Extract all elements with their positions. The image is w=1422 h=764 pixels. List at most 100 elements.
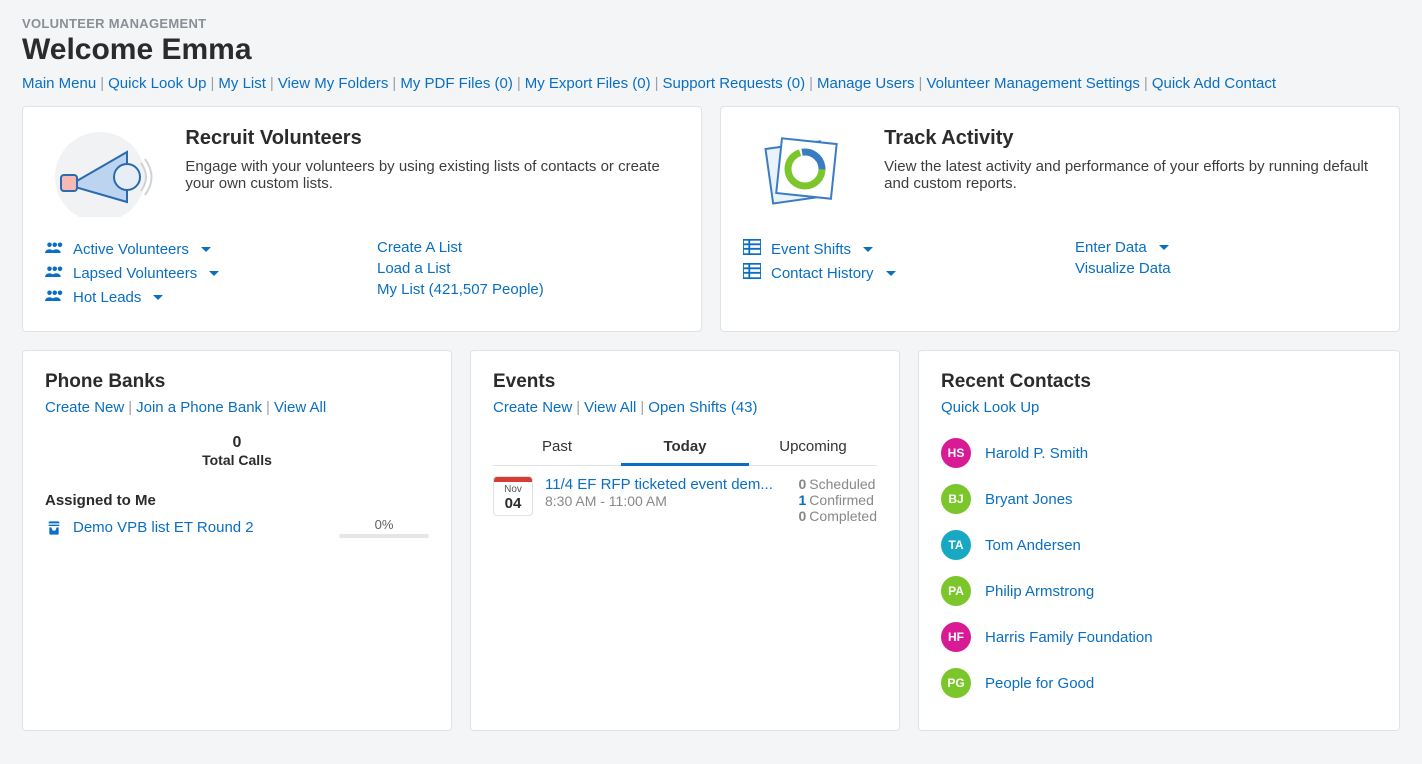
top-nav-link[interactable]: Manage Users [817, 75, 915, 92]
contact-name[interactable]: Bryant Jones [985, 491, 1073, 508]
phone-banks-links: Create New|Join a Phone Bank|View All [45, 399, 429, 416]
events-link[interactable]: Open Shifts (43) [648, 399, 757, 416]
people-icon [45, 287, 63, 307]
recent-contacts-card: Recent Contacts Quick Look Up HSHarold P… [918, 350, 1400, 731]
avatar: PA [941, 576, 971, 606]
recruit-dropdown-link[interactable]: Active Volunteers [45, 239, 211, 259]
confirmed-label: Confirmed [809, 492, 874, 508]
contact-row[interactable]: HSHarold P. Smith [941, 430, 1373, 476]
top-nav-link[interactable]: My PDF Files (0) [400, 75, 513, 92]
assigned-to-me-heading: Assigned to Me [45, 492, 429, 509]
link-label: Lapsed Volunteers [73, 265, 197, 282]
recruit-link[interactable]: Create A List [377, 239, 462, 256]
track-link[interactable]: Enter Data [1075, 239, 1169, 256]
top-nav-link[interactable]: Volunteer Management Settings [926, 75, 1139, 92]
scheduled-count: 0 [799, 476, 807, 492]
completed-label: Completed [809, 508, 877, 524]
total-calls-label: Total Calls [45, 452, 429, 468]
table-icon [743, 263, 761, 283]
separator: | [270, 75, 274, 92]
avatar: PG [941, 668, 971, 698]
total-calls-count: 0 [45, 434, 429, 452]
separator: | [266, 399, 270, 416]
caret-down-icon [201, 247, 211, 252]
separator: | [100, 75, 104, 92]
events-link[interactable]: Create New [493, 399, 572, 416]
event-time: 8:30 AM - 11:00 AM [545, 493, 787, 509]
recruit-dropdown-link[interactable]: Hot Leads [45, 287, 163, 307]
top-nav-link[interactable]: My List [218, 75, 266, 92]
recruit-heading: Recruit Volunteers [185, 127, 679, 150]
separator: | [128, 399, 132, 416]
separator: | [919, 75, 923, 92]
link-label: Enter Data [1075, 239, 1147, 256]
contact-name[interactable]: Tom Andersen [985, 537, 1081, 554]
separator: | [576, 399, 580, 416]
events-tab[interactable]: Upcoming [749, 430, 877, 465]
recruit-dropdown-link[interactable]: Lapsed Volunteers [45, 263, 219, 283]
contact-row[interactable]: HFHarris Family Foundation [941, 614, 1373, 660]
page-subheading: VOLUNTEER MANAGEMENT [22, 16, 1400, 31]
caret-down-icon [886, 271, 896, 276]
page-title: Welcome Emma [22, 33, 1400, 67]
phone-banks-link[interactable]: View All [274, 399, 326, 416]
assigned-progress-bar [339, 534, 429, 538]
caret-down-icon [209, 271, 219, 276]
people-icon [45, 239, 63, 259]
events-link[interactable]: View All [584, 399, 636, 416]
top-nav-link[interactable]: Support Requests (0) [663, 75, 806, 92]
top-nav-link[interactable]: Quick Add Contact [1152, 75, 1276, 92]
track-dropdown-link[interactable]: Contact History [743, 263, 896, 283]
top-nav-link[interactable]: View My Folders [278, 75, 389, 92]
separator: | [392, 75, 396, 92]
events-links: Create New|View All|Open Shifts (43) [493, 399, 877, 416]
event-stats: 0Scheduled 1Confirmed 0Completed [799, 476, 878, 524]
top-nav-link[interactable]: My Export Files (0) [525, 75, 651, 92]
assigned-progress-pct: 0% [339, 517, 429, 532]
track-card: Track Activity View the latest activity … [720, 106, 1400, 332]
link-label: Visualize Data [1075, 260, 1171, 277]
top-nav: Main Menu|Quick Look Up|My List|View My … [22, 75, 1400, 92]
recruit-link[interactable]: Load a List [377, 260, 450, 277]
assigned-phone-bank-link[interactable]: Demo VPB list ET Round 2 [45, 519, 254, 536]
event-date-badge: Nov 04 [493, 476, 533, 516]
event-title-link[interactable]: 11/4 EF RFP ticketed event dem... [545, 476, 787, 493]
contact-row[interactable]: PA Philip Armstrong [941, 568, 1373, 614]
events-tab[interactable]: Past [493, 430, 621, 465]
contact-row[interactable]: PG People for Good [941, 660, 1373, 706]
megaphone-icon [45, 127, 155, 217]
contact-name[interactable]: Philip Armstrong [985, 583, 1094, 600]
contact-row[interactable]: AMAsma Men [941, 706, 1373, 710]
track-dropdown-link[interactable]: Event Shifts [743, 239, 873, 259]
track-link[interactable]: Visualize Data [1075, 260, 1171, 277]
phone-banks-link[interactable]: Join a Phone Bank [136, 399, 262, 416]
phone-banks-card: Phone Banks Create New|Join a Phone Bank… [22, 350, 452, 731]
events-tab[interactable]: Today [621, 430, 749, 466]
contact-name[interactable]: Harris Family Foundation [985, 629, 1153, 646]
confirmed-count: 1 [799, 492, 807, 508]
recruit-link[interactable]: My List (421,507 People) [377, 281, 544, 298]
contacts-list[interactable]: HSHarold P. Smith BJ Bryant Jones TATom And… [941, 430, 1377, 710]
link-label: Event Shifts [771, 241, 851, 258]
people-icon [45, 263, 63, 283]
assigned-phone-bank-name: Demo VPB list ET Round 2 [73, 519, 254, 536]
top-nav-link[interactable]: Main Menu [22, 75, 96, 92]
link-label: Active Volunteers [73, 241, 189, 258]
contact-row[interactable]: BJ Bryant Jones [941, 476, 1373, 522]
contact-name[interactable]: Harold P. Smith [985, 445, 1088, 462]
avatar: BJ [941, 484, 971, 514]
contact-row[interactable]: TATom Andersen [941, 522, 1373, 568]
contact-name[interactable]: People for Good [985, 675, 1094, 692]
events-tabs: PastTodayUpcoming [493, 430, 877, 466]
separator: | [640, 399, 644, 416]
quick-look-up-link[interactable]: Quick Look Up [941, 399, 1039, 416]
table-icon [743, 239, 761, 259]
event-month: Nov [494, 484, 532, 495]
recent-contacts-heading: Recent Contacts [941, 371, 1377, 393]
completed-count: 0 [799, 508, 807, 524]
link-label: Hot Leads [73, 289, 141, 306]
phone-banks-link[interactable]: Create New [45, 399, 124, 416]
phone-icon [45, 520, 63, 536]
top-nav-link[interactable]: Quick Look Up [108, 75, 206, 92]
recruit-description: Engage with your volunteers by using exi… [185, 158, 679, 192]
